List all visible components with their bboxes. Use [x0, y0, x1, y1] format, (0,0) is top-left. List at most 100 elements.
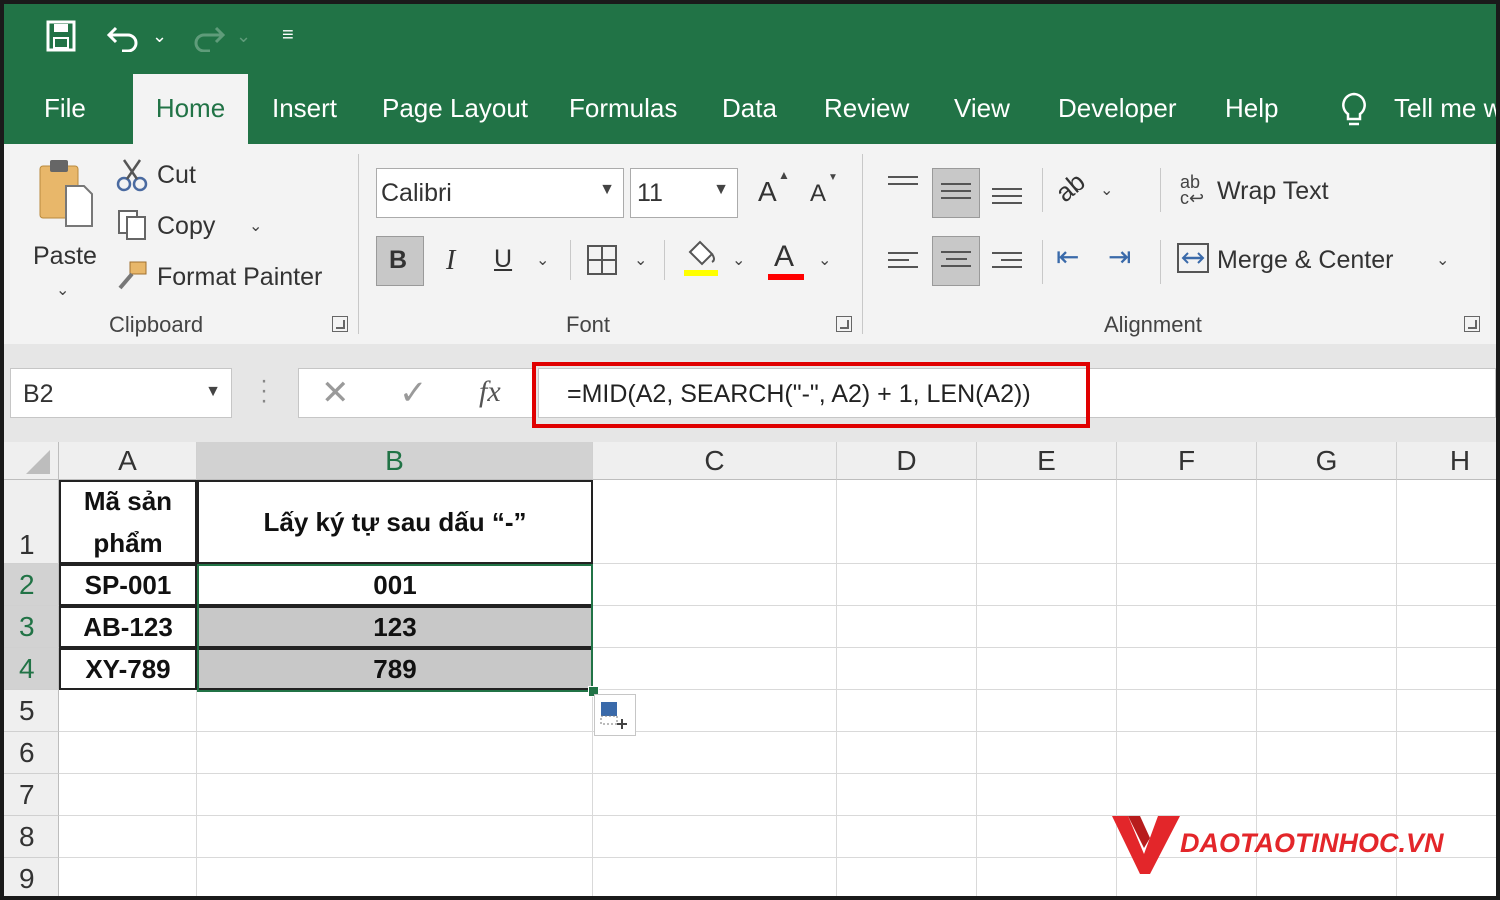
- tab-review[interactable]: Review: [824, 74, 909, 144]
- tab-developer[interactable]: Developer: [1058, 74, 1177, 144]
- name-box[interactable]: B2 ▼: [10, 368, 232, 418]
- column-header-e[interactable]: E: [977, 442, 1117, 480]
- paste-button[interactable]: Paste ⌄: [24, 154, 104, 299]
- clipboard-launcher-icon[interactable]: [332, 316, 348, 332]
- underline-dropdown-icon[interactable]: ⌄: [536, 250, 549, 270]
- cut-button[interactable]: Cut: [157, 161, 196, 190]
- paste-dropdown-icon[interactable]: ⌄: [56, 280, 69, 300]
- font-name-box[interactable]: Calibri ▼: [376, 168, 624, 218]
- orientation-dropdown-icon[interactable]: ⌄: [1100, 180, 1113, 200]
- column-header-a[interactable]: A: [59, 442, 197, 480]
- font-size-dropdown-icon[interactable]: ▼: [713, 181, 729, 199]
- excel-window: ⌄ ⌄ ≡ File Home Insert Page Layout Formu…: [4, 4, 1496, 896]
- copy-dropdown-icon[interactable]: ⌄: [249, 216, 262, 236]
- undo-dropdown-icon[interactable]: ⌄: [152, 26, 167, 47]
- align-right-icon[interactable]: [992, 252, 1022, 273]
- select-all-button[interactable]: [4, 442, 59, 480]
- font-color-dropdown-icon[interactable]: ⌄: [818, 250, 831, 270]
- underline-button[interactable]: U: [494, 245, 512, 274]
- cancel-icon[interactable]: ✕: [321, 373, 350, 413]
- save-icon[interactable]: [46, 20, 76, 52]
- undo-icon[interactable]: [106, 20, 142, 52]
- italic-button[interactable]: I: [446, 245, 455, 277]
- row-header-6[interactable]: 6: [4, 732, 59, 774]
- tab-page-layout[interactable]: Page Layout: [382, 74, 528, 144]
- tab-formulas[interactable]: Formulas: [569, 74, 677, 144]
- align-center-button[interactable]: [932, 236, 980, 286]
- redo-icon[interactable]: [190, 20, 226, 52]
- cell-a4[interactable]: XY-789: [59, 648, 197, 690]
- font-size-box[interactable]: 11 ▼: [630, 168, 738, 218]
- column-header-b[interactable]: B: [197, 442, 593, 480]
- tab-view[interactable]: View: [954, 74, 1010, 144]
- borders-icon[interactable]: [586, 244, 618, 276]
- group-divider: [1160, 168, 1161, 212]
- worksheet-grid: ABCDEFGH 123456789 Mã sản phẩm Lấy ký tự …: [4, 442, 1496, 896]
- wrap-text-button[interactable]: Wrap Text: [1217, 177, 1329, 206]
- customize-toolbar-icon[interactable]: ≡: [282, 24, 294, 47]
- row-header-7[interactable]: 7: [4, 774, 59, 816]
- copy-button[interactable]: Copy: [157, 212, 215, 241]
- fill-color-dropdown-icon[interactable]: ⌄: [732, 250, 745, 270]
- insert-function-icon[interactable]: fx: [479, 375, 501, 409]
- tab-insert[interactable]: Insert: [272, 74, 337, 144]
- cell-a1[interactable]: Mã sản phẩm: [59, 480, 197, 564]
- column-header-c[interactable]: C: [593, 442, 837, 480]
- font-name-dropdown-icon[interactable]: ▼: [599, 181, 615, 199]
- column-header-g[interactable]: G: [1257, 442, 1397, 480]
- shrink-font-button[interactable]: A: [810, 180, 826, 208]
- tab-file[interactable]: File: [44, 74, 86, 144]
- bold-button[interactable]: B: [376, 236, 424, 286]
- tell-me-search[interactable]: Tell me w: [1394, 74, 1496, 144]
- font-size-value: 11: [637, 179, 663, 207]
- font-color-button[interactable]: A: [774, 240, 794, 274]
- name-box-dropdown-icon[interactable]: ▼: [205, 383, 221, 401]
- quick-analysis-button[interactable]: [594, 694, 636, 736]
- paste-icon: [39, 160, 93, 227]
- cell-a3[interactable]: AB-123: [59, 606, 197, 648]
- merge-center-button[interactable]: Merge & Center: [1217, 246, 1393, 275]
- row-header-9[interactable]: 9: [4, 858, 59, 896]
- bottom-align-icon[interactable]: [992, 188, 1022, 209]
- tab-help[interactable]: Help: [1225, 74, 1278, 144]
- orientation-icon[interactable]: ab: [1049, 166, 1091, 208]
- column-header-f[interactable]: F: [1117, 442, 1257, 480]
- tab-home[interactable]: Home: [133, 74, 248, 144]
- borders-dropdown-icon[interactable]: ⌄: [634, 250, 647, 270]
- group-divider: [358, 154, 359, 334]
- merge-center-dropdown-icon[interactable]: ⌄: [1436, 250, 1449, 270]
- format-painter-button[interactable]: Format Painter: [157, 263, 322, 292]
- font-launcher-icon[interactable]: [836, 316, 852, 332]
- gridline: [836, 480, 837, 896]
- enter-icon[interactable]: ✓: [399, 373, 428, 413]
- font-color-swatch: [768, 274, 804, 280]
- column-header-d[interactable]: D: [837, 442, 977, 480]
- column-header-h[interactable]: H: [1397, 442, 1496, 480]
- cell-b1[interactable]: Lấy ký tự sau dấu “-”: [197, 480, 593, 564]
- row-header-2[interactable]: 2: [4, 564, 59, 606]
- row-header-5[interactable]: 5: [4, 690, 59, 732]
- scissors-icon: [116, 159, 148, 192]
- gridline: [59, 731, 1496, 732]
- ribbon-home: Paste ⌄ Cut Copy ⌄ Format Painter Clipbo…: [4, 144, 1496, 345]
- row-header-1[interactable]: 1: [4, 480, 59, 564]
- fill-color-icon[interactable]: [682, 238, 720, 278]
- top-align-icon[interactable]: [888, 176, 918, 190]
- row-header-8[interactable]: 8: [4, 816, 59, 858]
- resize-handle-icon[interactable]: · · ·: [260, 369, 268, 413]
- brand-logo-icon: [1112, 816, 1180, 874]
- alignment-launcher-icon[interactable]: [1464, 316, 1480, 332]
- group-divider: [570, 240, 571, 280]
- decrease-indent-icon[interactable]: ⇤: [1056, 240, 1079, 273]
- align-left-icon[interactable]: [888, 252, 918, 273]
- font-name-value: Calibri: [381, 179, 452, 207]
- cell-a2[interactable]: SP-001: [59, 564, 197, 606]
- clipboard-group-label: Clipboard: [109, 312, 204, 337]
- row-header-4[interactable]: 4: [4, 648, 59, 690]
- row-header-3[interactable]: 3: [4, 606, 59, 648]
- increase-indent-icon[interactable]: ⇥: [1108, 240, 1131, 273]
- tab-data[interactable]: Data: [722, 74, 777, 144]
- redo-dropdown-icon[interactable]: ⌄: [236, 26, 251, 47]
- grow-font-button[interactable]: A: [758, 176, 777, 208]
- middle-align-button[interactable]: [932, 168, 980, 218]
